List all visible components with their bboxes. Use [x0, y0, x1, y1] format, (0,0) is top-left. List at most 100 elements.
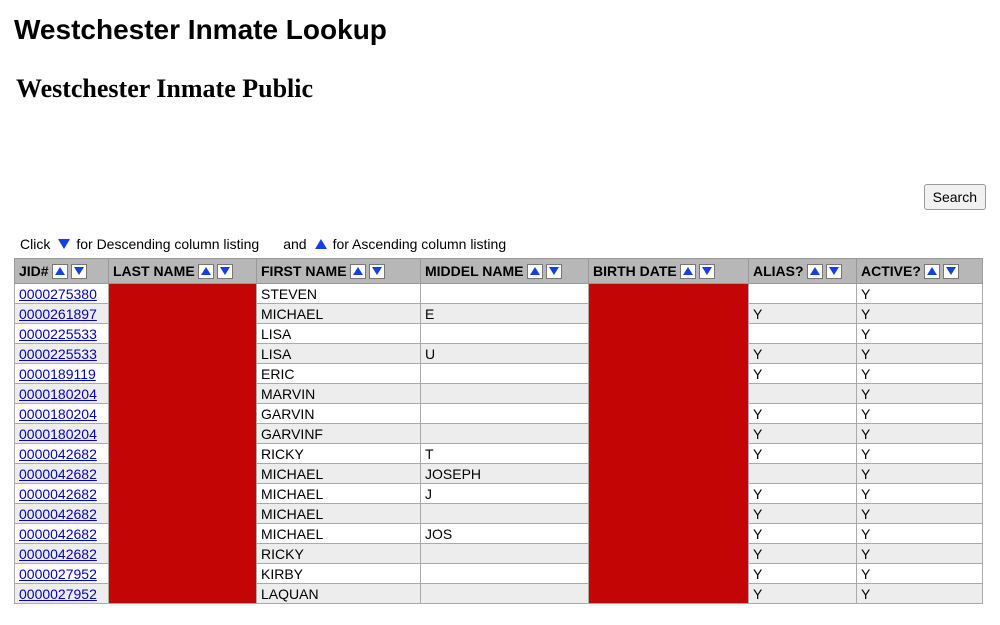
- triangle-up-icon: [55, 267, 65, 275]
- jid-link[interactable]: 0000275380: [19, 286, 97, 302]
- cell-middle-name: T: [421, 444, 589, 464]
- cell-alias: Y: [749, 424, 857, 444]
- page-title: Westchester Inmate Lookup: [14, 14, 986, 46]
- jid-link[interactable]: 0000027952: [19, 586, 97, 602]
- cell-alias: Y: [749, 444, 857, 464]
- cell-alias: Y: [749, 364, 857, 384]
- cell-jid: 0000275380: [15, 284, 109, 304]
- jid-link[interactable]: 0000027952: [19, 566, 97, 582]
- sort-desc-button[interactable]: [826, 264, 842, 279]
- cell-jid: 0000027952: [15, 584, 109, 604]
- sort-asc-button[interactable]: [680, 264, 696, 279]
- cell-first-name: MICHAEL: [257, 524, 421, 544]
- column-header: ACTIVE?: [857, 259, 983, 284]
- search-button[interactable]: Search: [924, 184, 986, 210]
- sort-desc-button[interactable]: [71, 264, 87, 279]
- cell-first-name: STEVEN: [257, 284, 421, 304]
- cell-active: Y: [857, 284, 983, 304]
- cell-alias: [749, 464, 857, 484]
- column-label: FIRST NAME: [261, 263, 347, 279]
- sort-asc-button[interactable]: [807, 264, 823, 279]
- column-label: MIDDEL NAME: [425, 263, 524, 279]
- column-label: ALIAS?: [753, 263, 804, 279]
- legend-text: and: [283, 236, 306, 252]
- column-header: BIRTH DATE: [589, 259, 749, 284]
- cell-active: Y: [857, 444, 983, 464]
- cell-alias: Y: [749, 404, 857, 424]
- sort-desc-button[interactable]: [546, 264, 562, 279]
- cell-jid: 0000189119: [15, 364, 109, 384]
- triangle-up-icon: [201, 267, 211, 275]
- cell-first-name: LISA: [257, 344, 421, 364]
- column-header: FIRST NAME: [257, 259, 421, 284]
- jid-link[interactable]: 0000225533: [19, 346, 97, 362]
- cell-active: Y: [857, 324, 983, 344]
- cell-first-name: GARVINF: [257, 424, 421, 444]
- cell-active: Y: [857, 364, 983, 384]
- jid-link[interactable]: 0000042682: [19, 546, 97, 562]
- cell-first-name: MICHAEL: [257, 484, 421, 504]
- jid-link[interactable]: 0000261897: [19, 306, 97, 322]
- cell-active: Y: [857, 344, 983, 364]
- jid-link[interactable]: 0000180204: [19, 426, 97, 442]
- cell-middle-name: [421, 364, 589, 384]
- jid-link[interactable]: 0000189119: [19, 366, 96, 382]
- cell-first-name: LISA: [257, 324, 421, 344]
- sort-asc-button[interactable]: [52, 264, 68, 279]
- cell-jid: 0000180204: [15, 384, 109, 404]
- column-header: JID#: [15, 259, 109, 284]
- sort-legend: Click for Descending column listing and …: [20, 236, 986, 252]
- sort-desc-button[interactable]: [217, 264, 233, 279]
- cell-middle-name: U: [421, 344, 589, 364]
- triangle-up-icon: [530, 267, 540, 275]
- sort-asc-button[interactable]: [198, 264, 214, 279]
- cell-first-name: RICKY: [257, 544, 421, 564]
- cell-active: Y: [857, 304, 983, 324]
- jid-link[interactable]: 0000180204: [19, 406, 97, 422]
- cell-alias: Y: [749, 524, 857, 544]
- cell-jid: 0000225533: [15, 324, 109, 344]
- sort-desc-button[interactable]: [699, 264, 715, 279]
- redaction-bar: [109, 284, 151, 603]
- cell-first-name: GARVIN: [257, 404, 421, 424]
- cell-middle-name: [421, 384, 589, 404]
- cell-middle-name: [421, 564, 589, 584]
- cell-jid: 0000042682: [15, 504, 109, 524]
- triangle-up-icon: [353, 267, 363, 275]
- inmate-table: JID#LAST NAMEFIRST NAMEMIDDEL NAMEBIRTH …: [14, 258, 983, 604]
- sort-asc-button[interactable]: [527, 264, 543, 279]
- legend-text: for Ascending column listing: [333, 236, 507, 252]
- cell-jid: 0000042682: [15, 464, 109, 484]
- jid-link[interactable]: 0000042682: [19, 526, 97, 542]
- sort-desc-button[interactable]: [943, 264, 959, 279]
- cell-jid: 0000261897: [15, 304, 109, 324]
- jid-link[interactable]: 0000042682: [19, 446, 97, 462]
- legend-text: for Descending column listing: [76, 236, 259, 252]
- cell-first-name: RICKY: [257, 444, 421, 464]
- cell-middle-name: J: [421, 484, 589, 504]
- cell-alias: [749, 384, 857, 404]
- cell-first-name: LAQUAN: [257, 584, 421, 604]
- jid-link[interactable]: 0000042682: [19, 486, 97, 502]
- cell-jid: 0000042682: [15, 524, 109, 544]
- jid-link[interactable]: 0000042682: [19, 466, 97, 482]
- redaction-bar: [589, 284, 671, 603]
- cell-jid: 0000180204: [15, 424, 109, 444]
- triangle-down-icon: [58, 239, 70, 249]
- cell-middle-name: [421, 404, 589, 424]
- jid-link[interactable]: 0000180204: [19, 386, 97, 402]
- sort-desc-button[interactable]: [369, 264, 385, 279]
- sort-asc-button[interactable]: [924, 264, 940, 279]
- cell-active: Y: [857, 424, 983, 444]
- sort-asc-button[interactable]: [350, 264, 366, 279]
- triangle-up-icon: [315, 239, 327, 249]
- jid-link[interactable]: 0000042682: [19, 506, 97, 522]
- cell-middle-name: [421, 424, 589, 444]
- jid-link[interactable]: 0000225533: [19, 326, 97, 342]
- cell-alias: [749, 284, 857, 304]
- triangle-down-icon: [372, 267, 382, 275]
- cell-alias: Y: [749, 504, 857, 524]
- cell-first-name: MARVIN: [257, 384, 421, 404]
- cell-middle-name: [421, 584, 589, 604]
- legend-text: Click: [20, 236, 50, 252]
